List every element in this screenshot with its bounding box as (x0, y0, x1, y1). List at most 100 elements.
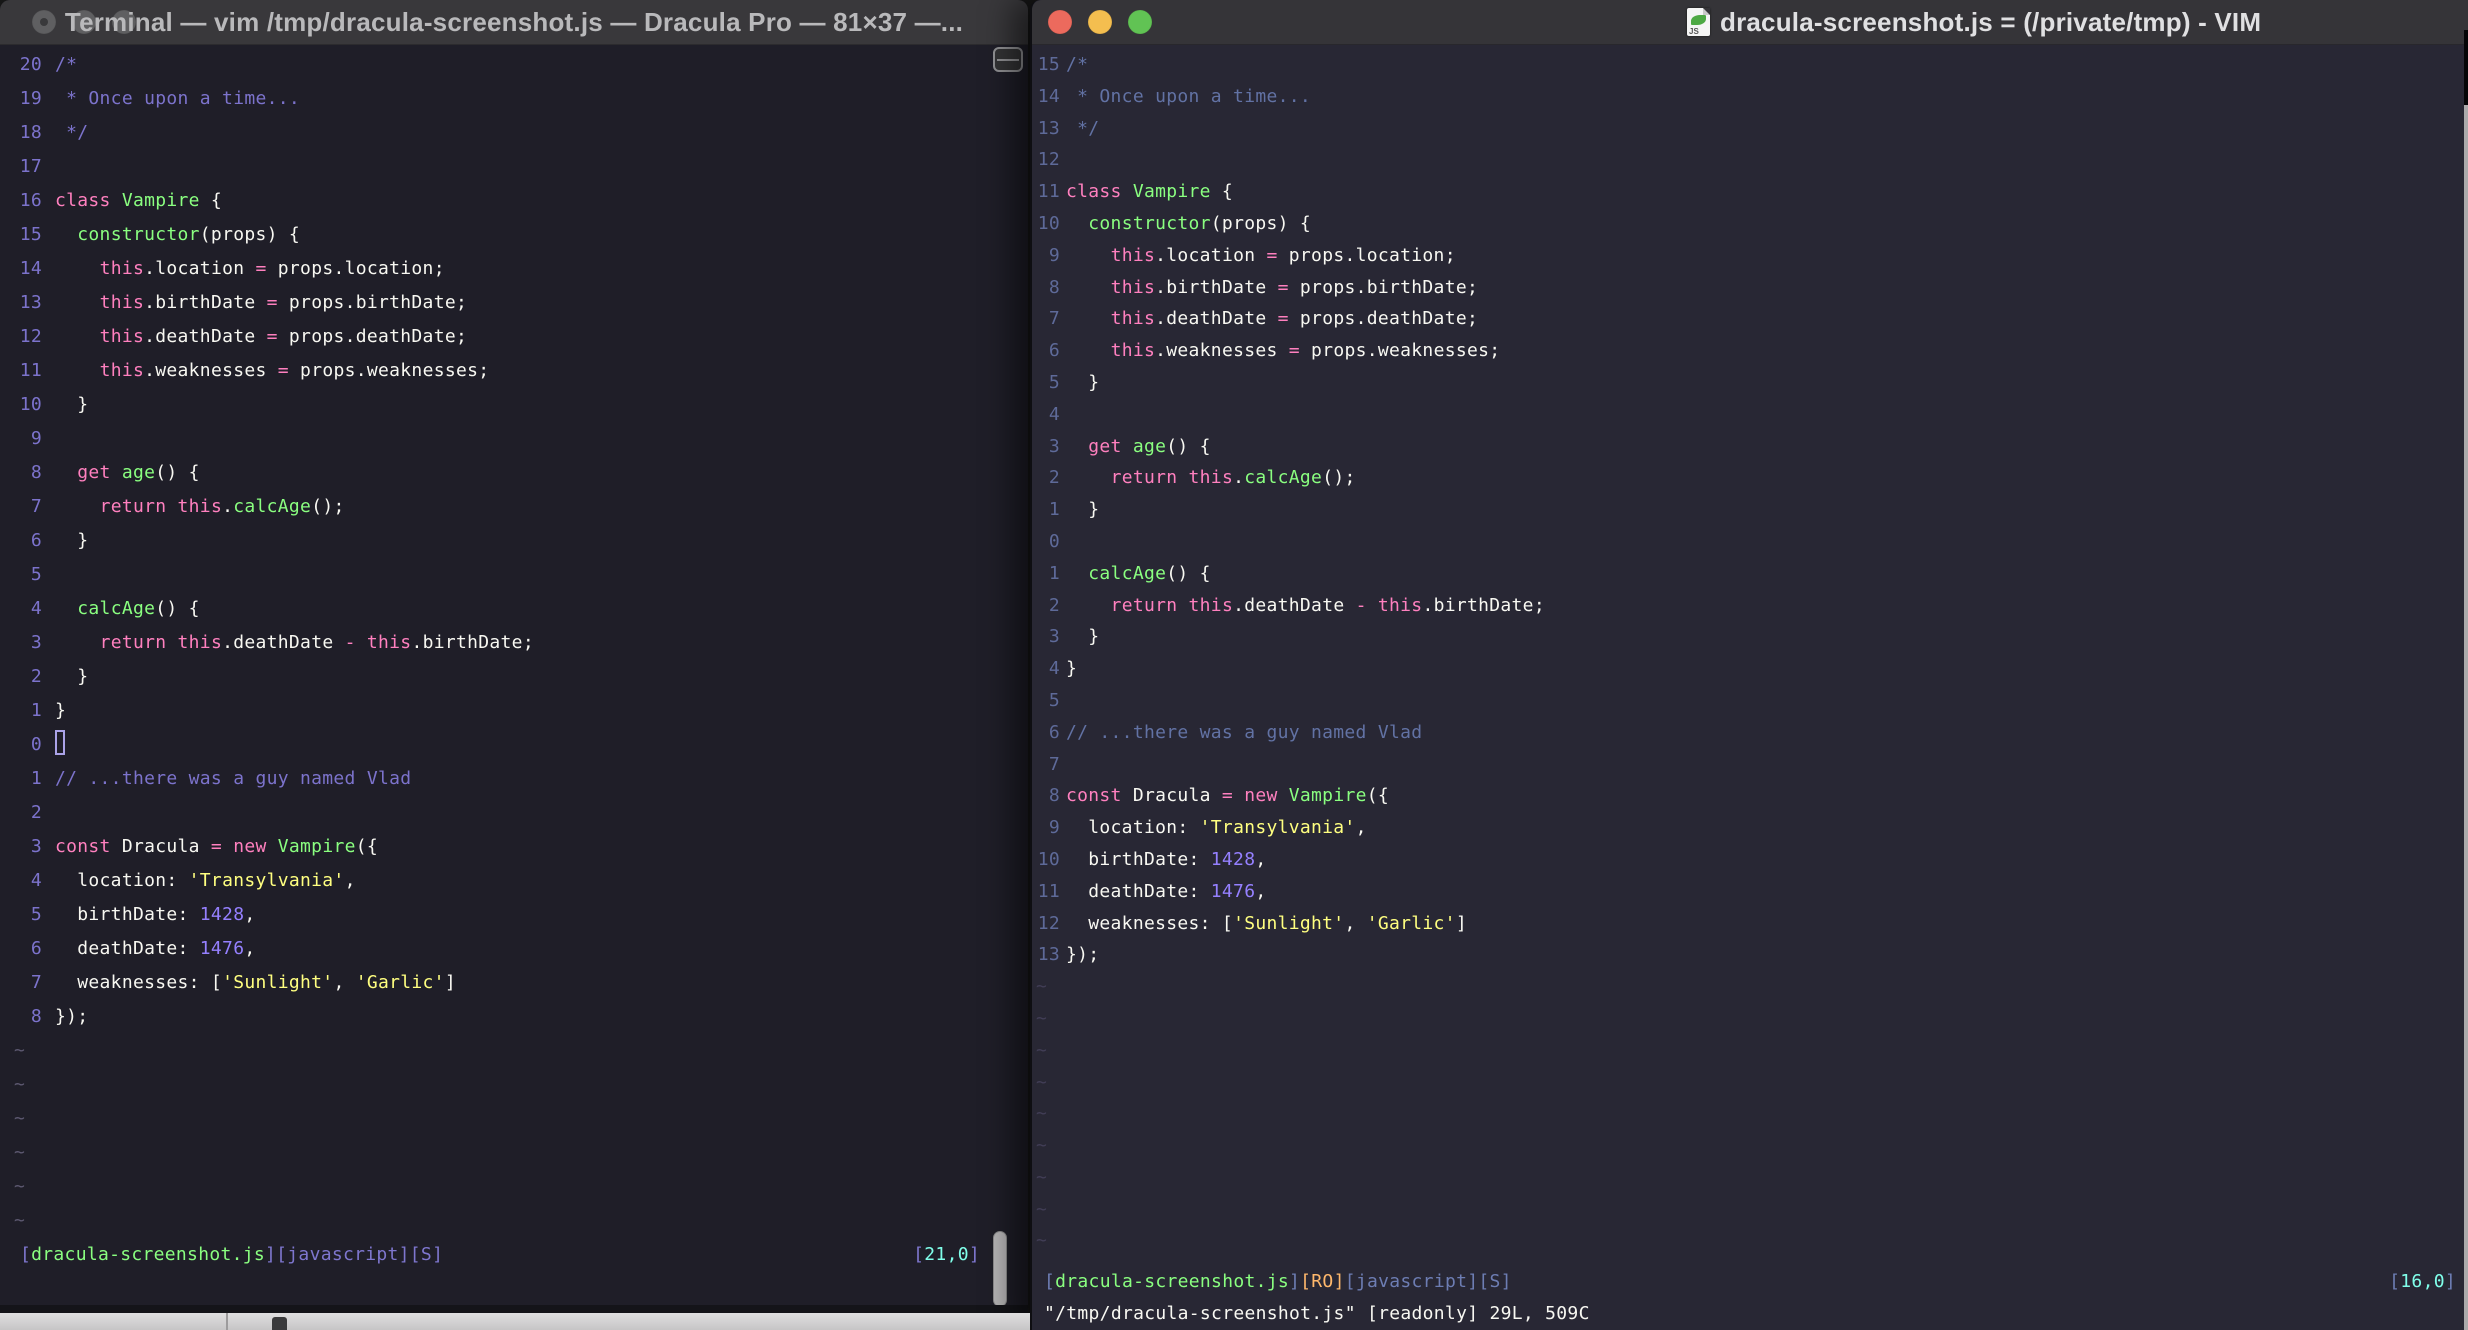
code-line: 2 } (14, 660, 1028, 694)
terminal-titlebar[interactable]: Terminal — vim /tmp/dracula-screenshot.j… (0, 0, 1028, 45)
empty-line-tilde: ~ (1036, 1230, 1048, 1252)
terminal-window: Terminal — vim /tmp/dracula-screenshot.j… (0, 0, 1028, 1313)
empty-line-tilde: ~ (1036, 1198, 1048, 1220)
code-line: 5 birthDate: 1428, (14, 898, 1028, 932)
line-number: 8 (30, 462, 42, 483)
code-line: 4 calcAge() { (14, 592, 1028, 626)
line-number: 7 (30, 972, 42, 993)
line-number: 5 (30, 904, 42, 925)
line-number: 3 (1048, 626, 1060, 648)
code-line: 13 */ (1036, 113, 2468, 145)
code-line: 6 } (14, 524, 1028, 558)
line-number: 15 (19, 224, 42, 245)
code-line: 16 class Vampire { (14, 184, 1028, 218)
code-line: 5 (1036, 685, 2468, 717)
code-line: 8 get age() { (14, 456, 1028, 490)
code-line: 3 return this.deathDate - this.birthDate… (14, 626, 1028, 660)
empty-line-tilde: ~ (14, 1210, 26, 1231)
screen-edge-dark (2464, 30, 2468, 105)
line-number: 13 (19, 292, 42, 313)
line-number: 12 (19, 326, 42, 347)
code-line: 12 weaknesses: ['Sunlight', 'Garlic'] (1036, 908, 2468, 940)
code-line: 3 get age() { (1036, 431, 2468, 463)
vim-statusline: "/tmp/dracula-screenshot.js" [readonly] … (1044, 1303, 1590, 1324)
code-line: 5 } (1036, 367, 2468, 399)
macvim-window-title: dracula-screenshot.js = (/private/tmp) -… (1720, 6, 2262, 37)
code-line: 1} (14, 694, 1028, 728)
line-number: 14 (19, 258, 42, 279)
code-line: 7 (1036, 749, 2468, 781)
code-line: 18 */ (14, 116, 1028, 150)
code-line: 4} (1036, 653, 2468, 685)
line-number: 9 (30, 428, 42, 449)
window-bottom-edge (0, 1305, 1028, 1313)
macvim-titlebar[interactable]: JS dracula-screenshot.js = (/private/tmp… (1032, 0, 2468, 45)
line-number: 2 (1048, 467, 1060, 489)
code-line: 0 (14, 728, 1028, 762)
line-number: 9 (1048, 817, 1060, 839)
line-number: 12 (1037, 149, 1060, 171)
line-number: 13 (1037, 117, 1060, 139)
empty-line-tilde: ~ (1036, 1007, 1048, 1029)
line-number: 14 (1037, 85, 1060, 107)
empty-line-tilde: ~ (1036, 1039, 1048, 1061)
code-line: 14 this.location = props.location; (14, 252, 1028, 286)
code-line: 7 weaknesses: ['Sunlight', 'Garlic'] (14, 966, 1028, 1000)
code-line: 1 } (1036, 494, 2468, 526)
code-line: 15/* (1036, 49, 2468, 81)
code-line: 2 return this.calcAge(); (1036, 462, 2468, 494)
line-number: 4 (30, 598, 42, 619)
minimize-button[interactable] (1088, 10, 1112, 34)
js-file-icon[interactable]: JS (1687, 8, 1710, 36)
code-line: 4 (1036, 399, 2468, 431)
line-number: 7 (30, 496, 42, 517)
split-pane-icon[interactable] (993, 47, 1023, 72)
vim-editor-terminal[interactable]: 20/* 19 * Once upon a time... 18 */17 16 cla… (0, 44, 1028, 1305)
line-number: 16 (19, 190, 42, 211)
line-number: 10 (1037, 848, 1060, 870)
code-line: 8 const Dracula = new Vampire({ (1036, 780, 2468, 812)
line-number: 11 (1037, 181, 1060, 203)
line-number: 3 (30, 632, 42, 653)
code-line: 6 this.weaknesses = props.weaknesses; (1036, 335, 2468, 367)
code-line: 10 constructor(props) { (1036, 208, 2468, 240)
code-line: 12 this.deathDate = props.deathDate; (14, 320, 1028, 354)
zoom-button[interactable] (1128, 10, 1152, 34)
code-line: 14 * Once upon a time... (1036, 81, 2468, 113)
code-line: 9 this.location = props.location; (1036, 240, 2468, 272)
line-number: 11 (1037, 880, 1060, 902)
scrollbar-thumb[interactable] (993, 1231, 1007, 1307)
line-number: 9 (1048, 244, 1060, 266)
code-line: 13}); (1036, 939, 2468, 971)
code-line: 10 } (14, 388, 1028, 422)
empty-line-tilde: ~ (14, 1074, 26, 1095)
terminal-window-title: Terminal — vim /tmp/dracula-screenshot.j… (64, 6, 964, 37)
line-number: 6 (30, 530, 42, 551)
code-line: 3 const Dracula = new Vampire({ (14, 830, 1028, 864)
close-button[interactable] (1048, 10, 1072, 34)
empty-line-tilde: ~ (14, 1108, 26, 1129)
empty-line-tilde: ~ (14, 1040, 26, 1061)
code-line: 17 (14, 150, 1028, 184)
line-number: 4 (1048, 658, 1060, 680)
code-line: 6 deathDate: 1476, (14, 932, 1028, 966)
code-line: 8}); (14, 1000, 1028, 1034)
line-number: 1 (1048, 499, 1060, 521)
code-line: 9 (14, 422, 1028, 456)
line-number: 20 (19, 54, 42, 75)
line-number: 15 (1037, 54, 1060, 75)
line-number: 8 (30, 1006, 42, 1027)
code-line: 1// ...there was a guy named Vlad (14, 762, 1028, 796)
line-number: 7 (1048, 308, 1060, 330)
background-window-strip (0, 1313, 1030, 1330)
line-number: 6 (1048, 721, 1060, 743)
vim-editor-macvim[interactable]: 15/* 14 * Once upon a time... 13 */12 11 cla… (1032, 44, 2468, 1330)
line-number: 1 (1048, 562, 1060, 584)
line-number: 10 (1037, 212, 1060, 234)
code-line: 15 constructor(props) { (14, 218, 1028, 252)
macvim-window: JS dracula-screenshot.js = (/private/tmp… (1030, 0, 2468, 1330)
line-number: 5 (1048, 689, 1060, 711)
line-number: 6 (1048, 340, 1060, 362)
empty-line-tilde: ~ (14, 1142, 26, 1163)
code-line: 2 (14, 796, 1028, 830)
